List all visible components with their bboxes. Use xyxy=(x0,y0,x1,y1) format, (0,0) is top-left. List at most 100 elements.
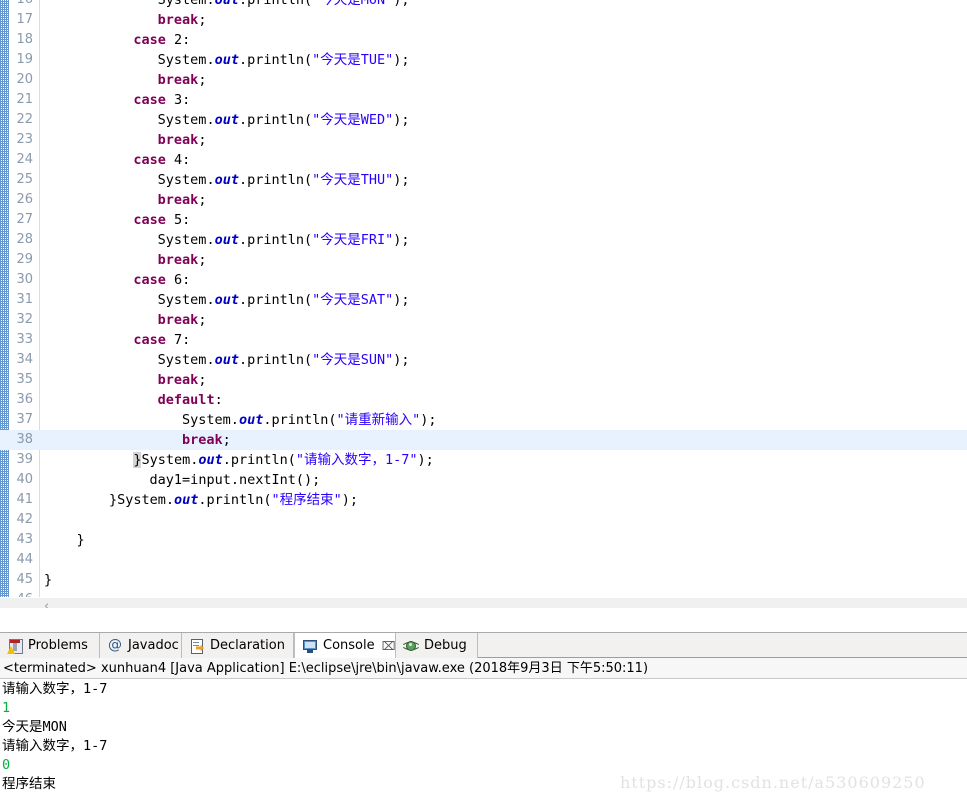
code-token-plain: System. xyxy=(141,452,199,468)
code-token-fld: out xyxy=(214,232,239,248)
code-editor[interactable]: 16System.out.println("今天是MON");17break;1… xyxy=(0,0,967,608)
code-line[interactable]: 27 case 5: xyxy=(0,210,967,230)
code-token-plain: day1=input.nextInt(); xyxy=(149,472,321,488)
tab-debug[interactable]: Debug xyxy=(396,633,478,658)
line-number: 45 xyxy=(16,572,33,587)
code-token-plain: ); xyxy=(393,352,410,368)
tab-console[interactable]: Console ⌧ xyxy=(294,633,396,658)
code-token-plain: ; xyxy=(198,132,207,148)
code-text: }System.out.println("请输入数字，1-7"); xyxy=(133,450,434,470)
code-token-plain: .println( xyxy=(238,352,313,368)
code-text: break; xyxy=(158,250,207,270)
code-line[interactable]: 22 System.out.println("今天是WED"); xyxy=(0,110,967,130)
code-line[interactable]: 36 default: xyxy=(0,390,967,410)
code-line[interactable]: 42 xyxy=(0,510,967,530)
code-token-kw: case xyxy=(133,152,166,168)
code-line[interactable]: 43} xyxy=(0,530,967,550)
code-token-plain: ); xyxy=(417,452,434,468)
code-line[interactable]: 29 break; xyxy=(0,250,967,270)
code-text: case 3: xyxy=(133,90,190,110)
code-lines-container: 16System.out.println("今天是MON");17break;1… xyxy=(0,0,967,608)
tab-problems[interactable]: Problems xyxy=(0,633,100,658)
code-token-kw: break xyxy=(157,252,199,268)
scroll-left-chevron-icon[interactable]: ‹ xyxy=(44,598,49,608)
code-line[interactable]: 24 case 4: xyxy=(0,150,967,170)
code-line[interactable]: 45} xyxy=(0,570,967,590)
debug-icon xyxy=(403,638,419,654)
code-token-plain: ; xyxy=(198,252,207,268)
code-line[interactable]: 38 break; xyxy=(0,430,967,450)
code-line[interactable]: 25 System.out.println("今天是THU"); xyxy=(0,170,967,190)
tab-declaration[interactable]: Declaration xyxy=(182,633,294,658)
editor-horizontal-scrollbar[interactable]: ‹ xyxy=(0,597,967,608)
code-token-plain: 5: xyxy=(165,212,191,228)
line-number: 34 xyxy=(16,352,33,367)
code-token-fld: out xyxy=(214,0,239,8)
code-token-kw: break xyxy=(157,12,199,28)
code-token-plain: 6: xyxy=(165,272,191,288)
code-token-plain: .println( xyxy=(198,492,272,508)
code-token-plain: .println( xyxy=(263,412,337,428)
code-text: break; xyxy=(158,310,207,330)
code-line[interactable]: 41}System.out.println("程序结束"); xyxy=(0,490,967,510)
code-line[interactable]: 31 System.out.println("今天是SAT"); xyxy=(0,290,967,310)
code-line[interactable]: 21 case 3: xyxy=(0,90,967,110)
tab-javadoc[interactable]: @ Javadoc xyxy=(100,633,182,658)
code-token-kw: default xyxy=(157,392,215,408)
code-line[interactable]: 40 day1=input.nextInt(); xyxy=(0,470,967,490)
code-line[interactable]: 17 break; xyxy=(0,10,967,30)
code-token-plain: System. xyxy=(157,292,215,308)
line-number: 28 xyxy=(16,232,33,247)
code-line[interactable]: 32 break; xyxy=(0,310,967,330)
line-number: 38 xyxy=(16,432,33,447)
code-line[interactable]: 33 case 7: xyxy=(0,330,967,350)
line-number: 39 xyxy=(16,452,33,467)
console-output-line: 今天是MON xyxy=(2,719,67,735)
code-token-str: "今天是WED" xyxy=(312,112,394,128)
code-token-str: "程序结束" xyxy=(271,492,342,508)
code-token-plain: 4: xyxy=(165,152,191,168)
code-token-plain: ); xyxy=(393,112,410,128)
line-number: 16 xyxy=(9,0,33,10)
line-number: 22 xyxy=(16,112,33,127)
code-token-plain: .println( xyxy=(238,112,313,128)
code-token-plain: System. xyxy=(157,352,215,368)
code-text: case 4: xyxy=(133,150,190,170)
code-line[interactable]: 28 System.out.println("今天是FRI"); xyxy=(0,230,967,250)
code-token-kw: break xyxy=(157,312,199,328)
code-text: System.out.println("今天是SUN"); xyxy=(158,350,410,370)
code-token-plain: System. xyxy=(157,0,215,8)
code-text: System.out.println("今天是TUE"); xyxy=(158,50,410,70)
code-line[interactable]: 35 break; xyxy=(0,370,967,390)
code-line[interactable]: 23 break; xyxy=(0,130,967,150)
code-line[interactable]: 20 break; xyxy=(0,70,967,90)
code-token-plain: }System. xyxy=(108,492,174,508)
code-token-fld: out xyxy=(214,172,239,188)
view-tab-bar[interactable]: Problems @ Javadoc Declaration Console ⌧ Debug xyxy=(0,632,967,658)
code-text: break; xyxy=(158,130,207,150)
code-line[interactable]: 34 System.out.println("今天是SUN"); xyxy=(0,350,967,370)
code-line[interactable]: 37 System.out.println("请重新输入"); xyxy=(0,410,967,430)
code-token-plain: ); xyxy=(393,172,410,188)
code-token-plain: .println( xyxy=(238,52,313,68)
code-line[interactable]: 39 }System.out.println("请输入数字，1-7"); xyxy=(0,450,967,470)
code-token-plain: System. xyxy=(157,172,215,188)
close-icon[interactable]: ⌧ xyxy=(382,639,396,653)
code-token-kw: case xyxy=(133,212,166,228)
code-token-plain: .println( xyxy=(238,172,313,188)
line-number: 17 xyxy=(16,12,33,27)
problems-icon xyxy=(7,638,23,654)
line-number: 29 xyxy=(16,252,33,267)
code-line[interactable]: 44 xyxy=(0,550,967,570)
code-token-kw: break xyxy=(157,132,199,148)
code-text: break; xyxy=(182,430,231,450)
code-line[interactable]: 18 case 2: xyxy=(0,30,967,50)
code-token-plain: .println( xyxy=(238,0,313,8)
code-line[interactable]: 16 System.out.println("今天是MON"); xyxy=(0,0,967,10)
code-line[interactable]: 19 System.out.println("今天是TUE"); xyxy=(0,50,967,70)
code-line[interactable]: 30 case 6: xyxy=(0,270,967,290)
code-token-kw: break xyxy=(157,72,199,88)
code-line[interactable]: 26 break; xyxy=(0,190,967,210)
code-text: } xyxy=(44,570,52,590)
code-token-plain: System. xyxy=(157,52,215,68)
